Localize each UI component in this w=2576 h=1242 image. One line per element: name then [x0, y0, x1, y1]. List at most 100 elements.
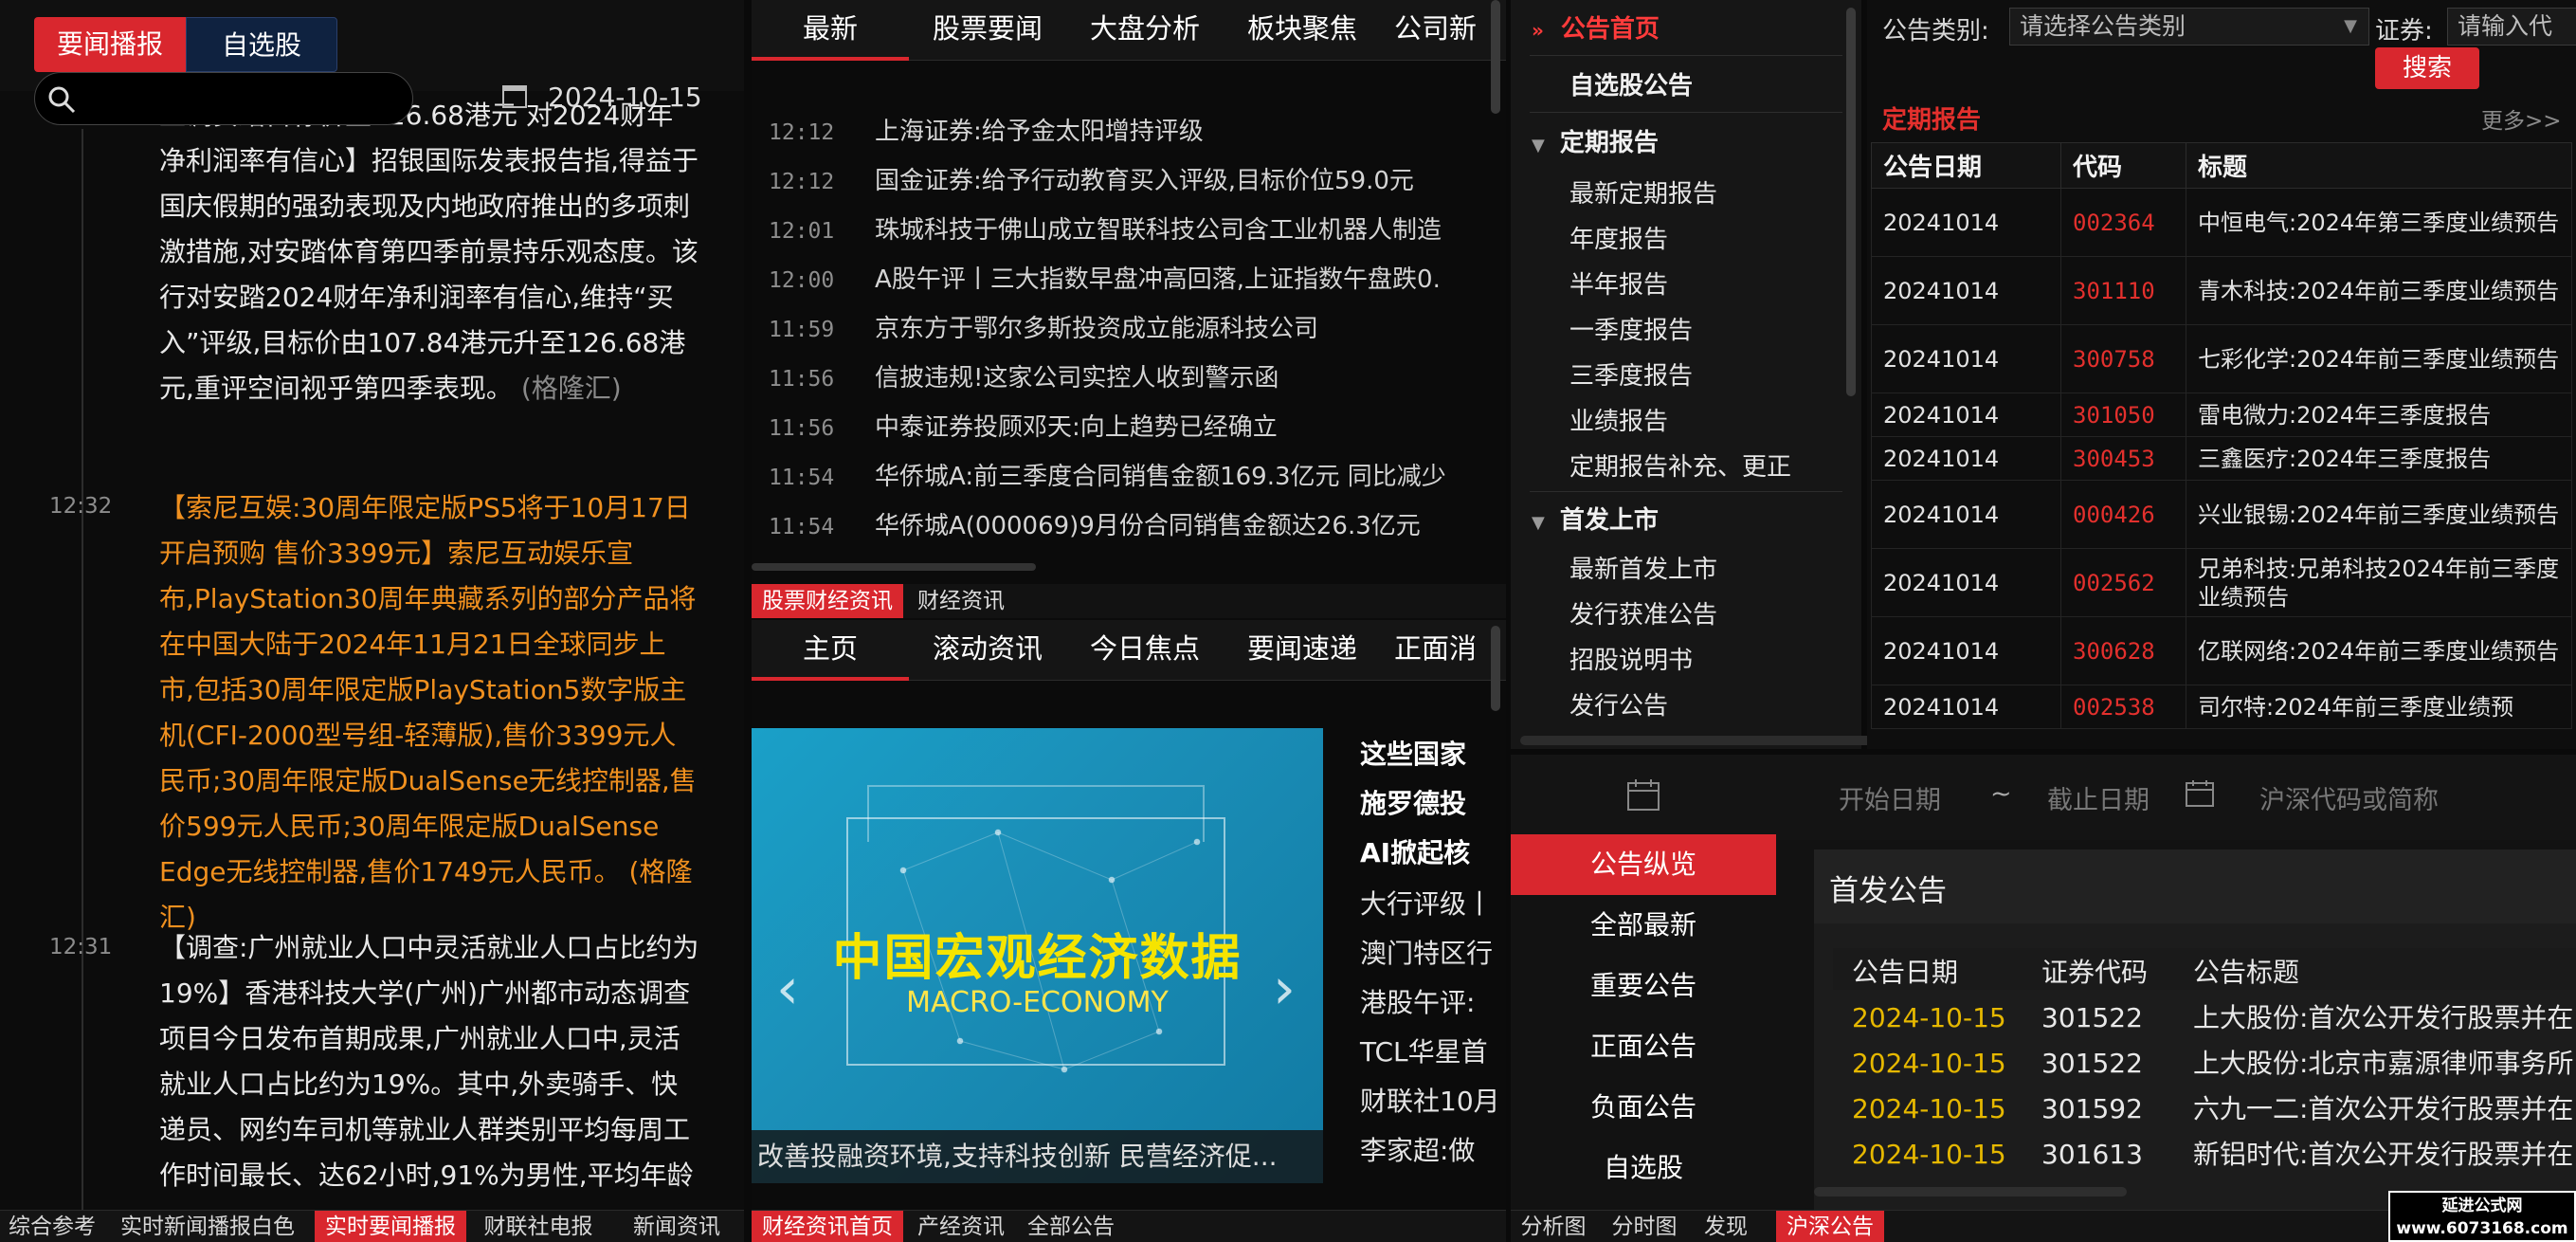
news-item[interactable]: 上调安踏目标价至126.68港元 对2024财年净利润率有信心】招银国际发表报告… — [159, 93, 699, 411]
tab-news-broadcast[interactable]: 要闻播报 — [34, 17, 186, 72]
tab-comprehensive[interactable]: 综合参考 — [0, 1211, 104, 1242]
cell-title[interactable]: 兄弟科技:兄弟科技2024年前三季度业绩预告 — [2186, 548, 2572, 617]
cell-code[interactable]: 300453 — [2060, 436, 2186, 481]
menu-periodic-supplement[interactable]: 定期报告补充、更正 — [1511, 447, 1861, 483]
tab-today-focus[interactable]: 今日焦点 — [1066, 620, 1224, 681]
cell-title[interactable]: 上大股份:首次公开发行股票并在 — [2193, 1002, 2573, 1033]
menu-prospectus[interactable]: 招股说明书 — [1511, 641, 1861, 676]
flash-row[interactable]: 12:00 A股午评丨三大指数早盘冲高回落,上证指数午盘跌0. — [769, 260, 1441, 295]
tab-all-announcements[interactable]: 全部公告 — [1019, 1211, 1123, 1242]
menu-scrollbar[interactable] — [1846, 8, 1856, 396]
menu-latest-periodic[interactable]: 最新定期报告 — [1511, 174, 1861, 210]
ipo-row[interactable]: 2024-10-15 301522 上大股份:北京市嘉源律师事务所 — [1852, 1043, 2573, 1081]
cell-title[interactable]: 七彩化学:2024年前三季度业绩预告 — [2186, 324, 2572, 393]
search-input[interactable] — [34, 72, 413, 125]
nav-negative[interactable]: 负面公告 — [1511, 1077, 1776, 1138]
table-row[interactable]: 20241014 300628 亿联网络:2024年前三季度业绩预告 — [1871, 616, 2572, 685]
flash-row[interactable]: 11:59 京东方于鄂尔多斯投资成立能源科技公司 — [769, 309, 1318, 344]
table-row[interactable]: 20241014 002562 兄弟科技:兄弟科技2024年前三季度业绩预告 — [1871, 548, 2572, 617]
calendar-icon[interactable] — [2184, 777, 2216, 810]
tab-industry-news[interactable]: 产经资讯 — [909, 1211, 1013, 1242]
col-title[interactable]: 标题 — [2186, 142, 2572, 189]
nav-all-latest[interactable]: 全部最新 — [1511, 895, 1776, 956]
chevron-right-icon[interactable]: › — [1273, 956, 1296, 1022]
col-code[interactable]: 代码 — [2060, 142, 2186, 189]
tab-market-analysis[interactable]: 大盘分析 — [1066, 0, 1224, 61]
code-search-input[interactable]: 沪深代码或简称 — [2259, 779, 2439, 816]
headline-item[interactable]: 这些国家 — [1360, 734, 1466, 772]
col-date[interactable]: 公告日期 — [1852, 952, 2041, 990]
chevron-left-icon[interactable]: ‹ — [776, 956, 799, 1022]
tab-watchlist[interactable]: 自选股 — [186, 17, 337, 72]
tab-cls-telegraph[interactable]: 财联社电报 — [472, 1211, 605, 1242]
table-row[interactable]: 20241014 000426 兴业银锡:2024年前三季度业绩预告 — [1871, 480, 2572, 549]
cell-code[interactable]: 002538 — [2060, 685, 2186, 729]
menu-group-ipo[interactable]: ▼ 首发上市 — [1511, 501, 1861, 536]
cell-code[interactable]: 300628 — [2060, 616, 2186, 685]
start-date-input[interactable]: 开始日期 — [1839, 779, 1941, 816]
cell-code[interactable]: 000426 — [2060, 480, 2186, 549]
tab-intraday-chart[interactable]: 分时图 — [1602, 1211, 1687, 1242]
flash-row[interactable]: 12:12 上海证券:给予金太阳增持评级 — [769, 112, 1204, 147]
news-list-item[interactable]: 澳门特区行 — [1360, 933, 1493, 971]
search-button[interactable]: 搜索 — [2375, 47, 2479, 89]
tab-news-info[interactable]: 新闻资讯 — [620, 1211, 734, 1242]
menu-issuance-approval[interactable]: 发行获准公告 — [1511, 595, 1861, 630]
menu-watchlist-announcements[interactable]: 自选股公告 — [1511, 66, 1861, 101]
nav-important[interactable]: 重要公告 — [1511, 956, 1776, 1016]
news-list-item[interactable]: 财联社10月 — [1360, 1081, 1500, 1119]
ipo-row[interactable]: 2024-10-15 301592 六九一二:首次公开发行股票并在 — [1852, 1088, 2573, 1126]
menu-performance-report[interactable]: 业绩报告 — [1511, 402, 1861, 437]
end-date-input[interactable]: 截止日期 — [2047, 779, 2150, 816]
category-select[interactable]: 请选择公告类别 ▼ — [2009, 8, 2369, 46]
flash-row[interactable]: 12:12 国金证券:给予行动教育买入评级,目标价位59.0元 — [769, 161, 1414, 196]
headline-item[interactable]: AI掀起核 — [1360, 832, 1470, 870]
news-item[interactable]: 【调查:广州就业人口中灵活就业人口占比约为19%】香港科技大学(广州)广州都市动… — [159, 925, 699, 1198]
nav-positive[interactable]: 正面公告 — [1511, 1016, 1776, 1077]
menu-q3-report[interactable]: 三季度报告 — [1511, 356, 1861, 392]
news-list-item[interactable]: 港股午评: — [1360, 982, 1475, 1020]
headline-item[interactable]: 施罗德投 — [1360, 783, 1466, 821]
news-item-highlighted[interactable]: 【索尼互娱:30周年限定版PS5将于10月17日开启预购 售价3399元】索尼互… — [159, 485, 699, 941]
news-list-item[interactable]: 李家超:做 — [1360, 1130, 1475, 1168]
tab-finance-info[interactable]: 财经资讯 — [909, 584, 1013, 618]
tab-discover[interactable]: 发现 — [1693, 1211, 1759, 1242]
cell-code[interactable]: 300758 — [2060, 324, 2186, 393]
tab-headline-express[interactable]: 要闻速递 — [1224, 620, 1381, 681]
menu-half-year-report[interactable]: 半年报告 — [1511, 265, 1861, 301]
banner-caption[interactable]: 改善投融资环境,支持科技创新 民营经济促... — [752, 1130, 1323, 1183]
table-row[interactable]: 20241014 002538 司尔特:2024年前三季度业绩预 — [1871, 685, 2572, 729]
cell-title[interactable]: 六九一二:首次公开发行股票并在 — [2193, 1093, 2573, 1124]
nav-announcement-overview[interactable]: 公告纵览 — [1511, 834, 1776, 895]
cell-code[interactable]: 002364 — [2060, 188, 2186, 257]
col-title[interactable]: 公告标题 — [2193, 957, 2299, 988]
menu-annual-report[interactable]: 年度报告 — [1511, 220, 1861, 255]
tab-latest[interactable]: 最新 — [752, 0, 909, 61]
flash-hscrollbar[interactable] — [752, 563, 1036, 571]
table-row[interactable]: 20241014 301050 雷电微力:2024年三季度报告 — [1871, 393, 2572, 437]
news-list-item[interactable]: 大行评级丨 — [1360, 884, 1493, 922]
menu-latest-ipo[interactable]: 最新首发上市 — [1511, 550, 1861, 585]
col-date[interactable]: 公告日期 — [1871, 142, 2061, 189]
menu-group-periodic[interactable]: ▼ 定期报告 — [1511, 123, 1861, 158]
tab-analysis-chart[interactable]: 分析图 — [1511, 1211, 1596, 1242]
flash-row[interactable]: 11:56 中泰证券投顾邓天:向上趋势已经确立 — [769, 408, 1278, 443]
tab-home[interactable]: 主页 — [752, 620, 909, 681]
cell-title[interactable]: 上大股份:北京市嘉源律师事务所 — [2193, 1048, 2573, 1079]
table-row[interactable]: 20241014 300758 七彩化学:2024年前三季度业绩预告 — [1871, 324, 2572, 393]
security-input[interactable]: 请输入代 — [2447, 8, 2576, 46]
menu-announcement-home[interactable]: » 公告首页 — [1511, 9, 1861, 45]
cell-title[interactable]: 司尔特:2024年前三季度业绩预 — [2186, 685, 2572, 729]
cell-code[interactable]: 301110 — [2060, 256, 2186, 325]
more-link[interactable]: 更多>> — [2481, 102, 2562, 135]
tab-company-news[interactable]: 公司新 — [1381, 0, 1506, 61]
news-list-item[interactable]: TCL华星首 — [1360, 1032, 1488, 1069]
flash-row[interactable]: 11:54 华侨城A(000069)9月份合同销售金额达26.3亿元 — [769, 506, 1421, 541]
tab-finance-home[interactable]: 财经资讯首页 — [752, 1211, 903, 1242]
cell-title[interactable]: 三鑫医疗:2024年三季度报告 — [2186, 436, 2572, 481]
table-row[interactable]: 20241014 301110 青木科技:2024年前三季度业绩预告 — [1871, 256, 2572, 325]
table-row[interactable]: 20241014 002364 中恒电气:2024年第三季度业绩预告 — [1871, 188, 2572, 257]
date-selector[interactable]: 2024-10-15 — [502, 82, 702, 113]
tab-rolling-news[interactable]: 滚动资讯 — [909, 620, 1066, 681]
tab-realtime-news-white[interactable]: 实时新闻播报白色 — [108, 1211, 307, 1242]
